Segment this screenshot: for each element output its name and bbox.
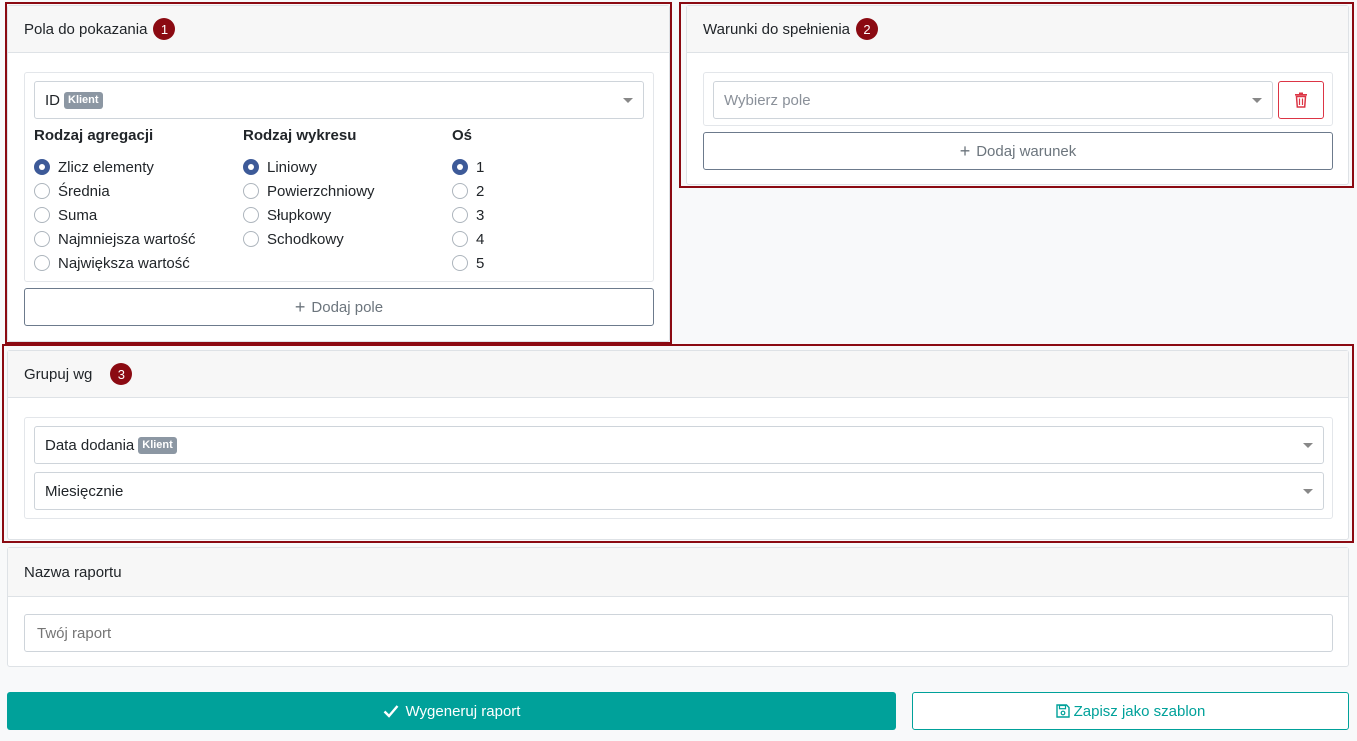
chevron-down-icon bbox=[1303, 443, 1313, 448]
report-name-panel: Nazwa raportu bbox=[7, 547, 1349, 667]
aggregation-title: Rodzaj agregacji bbox=[34, 127, 154, 144]
radio-button[interactable] bbox=[452, 183, 468, 199]
radio-label: Powierzchniowy bbox=[267, 182, 375, 200]
radio-label: Największa wartość bbox=[58, 254, 190, 272]
radio-chart-step[interactable]: Schodkowy bbox=[243, 229, 344, 249]
save-template-label: Zapisz jako szablon bbox=[1073, 702, 1206, 720]
radio-label: Słupkowy bbox=[267, 206, 332, 224]
radio-button[interactable] bbox=[452, 255, 468, 271]
conditions-panel-header: Warunki do spełnienia 2 bbox=[687, 6, 1348, 53]
radio-axis-5[interactable]: 5 bbox=[452, 253, 484, 273]
radio-label: 2 bbox=[476, 182, 485, 200]
delete-condition-button[interactable] bbox=[1278, 81, 1324, 119]
fields-panel-header: Pola do pokazania 1 bbox=[8, 6, 669, 53]
chevron-down-icon bbox=[1303, 489, 1313, 494]
radio-axis-4[interactable]: 4 bbox=[452, 229, 484, 249]
radio-aggregation-sum[interactable]: Suma bbox=[34, 205, 97, 225]
radio-button[interactable] bbox=[243, 231, 259, 247]
radio-button[interactable] bbox=[34, 183, 50, 199]
radio-label: Suma bbox=[58, 206, 98, 224]
group-field-select[interactable]: Data dodania Klient bbox=[34, 426, 1324, 464]
radio-aggregation-count[interactable]: Zlicz elementy bbox=[34, 157, 154, 177]
group-panel-title: Grupuj wg bbox=[24, 365, 93, 383]
group-interval-select[interactable]: Miesięcznie bbox=[34, 472, 1324, 510]
conditions-panel: Warunki do spełnienia 2 Wybierz pole + D… bbox=[686, 5, 1349, 185]
field-select-value: ID bbox=[45, 91, 60, 109]
radio-axis-2[interactable]: 2 bbox=[452, 181, 484, 201]
radio-button[interactable] bbox=[452, 159, 468, 175]
radio-label: 3 bbox=[476, 206, 485, 224]
add-condition-button[interactable]: + Dodaj warunek bbox=[703, 132, 1333, 170]
report-name-header: Nazwa raportu bbox=[8, 548, 1348, 597]
field-select-tag: Klient bbox=[64, 91, 103, 109]
group-panel: Grupuj wg 3 Data dodania Klient Miesięcz… bbox=[7, 350, 1349, 540]
radio-button[interactable] bbox=[452, 207, 468, 223]
floppy-disk-icon bbox=[1055, 704, 1070, 718]
step-badge-2: 2 bbox=[856, 18, 879, 40]
radio-button[interactable] bbox=[34, 207, 50, 223]
radio-axis-3[interactable]: 3 bbox=[452, 205, 484, 225]
chart-type-title: Rodzaj wykresu bbox=[243, 127, 357, 144]
radio-button[interactable] bbox=[243, 159, 259, 175]
add-field-label: Dodaj pole bbox=[311, 298, 384, 316]
radio-chart-area[interactable]: Powierzchniowy bbox=[243, 181, 375, 201]
fields-panel-title: Pola do pokazania bbox=[24, 20, 148, 38]
radio-button[interactable] bbox=[243, 183, 259, 199]
axis-title: Oś bbox=[452, 127, 473, 144]
radio-chart-bar[interactable]: Słupkowy bbox=[243, 205, 331, 225]
radio-label: 1 bbox=[476, 158, 485, 176]
chevron-down-icon bbox=[623, 98, 633, 103]
group-field-tag: Klient bbox=[138, 436, 177, 454]
radio-label: Średnia bbox=[58, 182, 110, 200]
radio-aggregation-min[interactable]: Najmniejsza wartość bbox=[34, 229, 196, 249]
add-condition-label: Dodaj warunek bbox=[976, 142, 1077, 160]
condition-field-select[interactable]: Wybierz pole bbox=[713, 81, 1273, 119]
group-config-box: Data dodania Klient Miesięcznie bbox=[24, 417, 1333, 519]
report-name-input[interactable] bbox=[24, 614, 1333, 652]
radio-chart-line[interactable]: Liniowy bbox=[243, 157, 317, 177]
condition-field-placeholder: Wybierz pole bbox=[724, 91, 811, 109]
fields-panel: Pola do pokazania 1 ID Klient Rodzaj agr… bbox=[7, 5, 670, 342]
add-field-button[interactable]: + Dodaj pole bbox=[24, 288, 654, 326]
radio-label: 4 bbox=[476, 230, 485, 248]
group-panel-header: Grupuj wg 3 bbox=[8, 351, 1348, 398]
radio-aggregation-max[interactable]: Największa wartość bbox=[34, 253, 190, 273]
trash-icon bbox=[1295, 92, 1307, 108]
report-name-title: Nazwa raportu bbox=[24, 563, 122, 581]
generate-report-button[interactable]: Wygeneruj raport bbox=[7, 692, 896, 730]
step-badge-1: 1 bbox=[153, 18, 176, 40]
radio-button[interactable] bbox=[34, 231, 50, 247]
plus-icon: + bbox=[959, 140, 971, 161]
radio-label: Liniowy bbox=[267, 158, 318, 176]
step-badge-3: 3 bbox=[110, 363, 133, 385]
radio-button[interactable] bbox=[34, 255, 50, 271]
field-select[interactable]: ID Klient bbox=[34, 81, 644, 119]
chevron-down-icon bbox=[1252, 98, 1262, 103]
group-field-value: Data dodania bbox=[45, 436, 135, 454]
condition-row-box: Wybierz pole bbox=[703, 72, 1333, 126]
radio-button[interactable] bbox=[34, 159, 50, 175]
radio-aggregation-average[interactable]: Średnia bbox=[34, 181, 110, 201]
conditions-panel-title: Warunki do spełnienia bbox=[703, 20, 851, 38]
radio-label: Schodkowy bbox=[267, 230, 344, 248]
radio-label: Zlicz elementy bbox=[58, 158, 154, 176]
radio-axis-1[interactable]: 1 bbox=[452, 157, 484, 177]
radio-label: 5 bbox=[476, 254, 485, 272]
radio-button[interactable] bbox=[243, 207, 259, 223]
save-template-button[interactable]: Zapisz jako szablon bbox=[912, 692, 1349, 730]
field-config-box: ID Klient Rodzaj agregacji Zlicz element… bbox=[24, 72, 654, 282]
check-icon bbox=[383, 705, 398, 718]
radio-button[interactable] bbox=[452, 231, 468, 247]
generate-report-label: Wygeneruj raport bbox=[405, 702, 521, 720]
plus-icon: + bbox=[294, 296, 306, 317]
group-interval-value: Miesięcznie bbox=[45, 482, 124, 500]
radio-label: Najmniejsza wartość bbox=[58, 230, 196, 248]
